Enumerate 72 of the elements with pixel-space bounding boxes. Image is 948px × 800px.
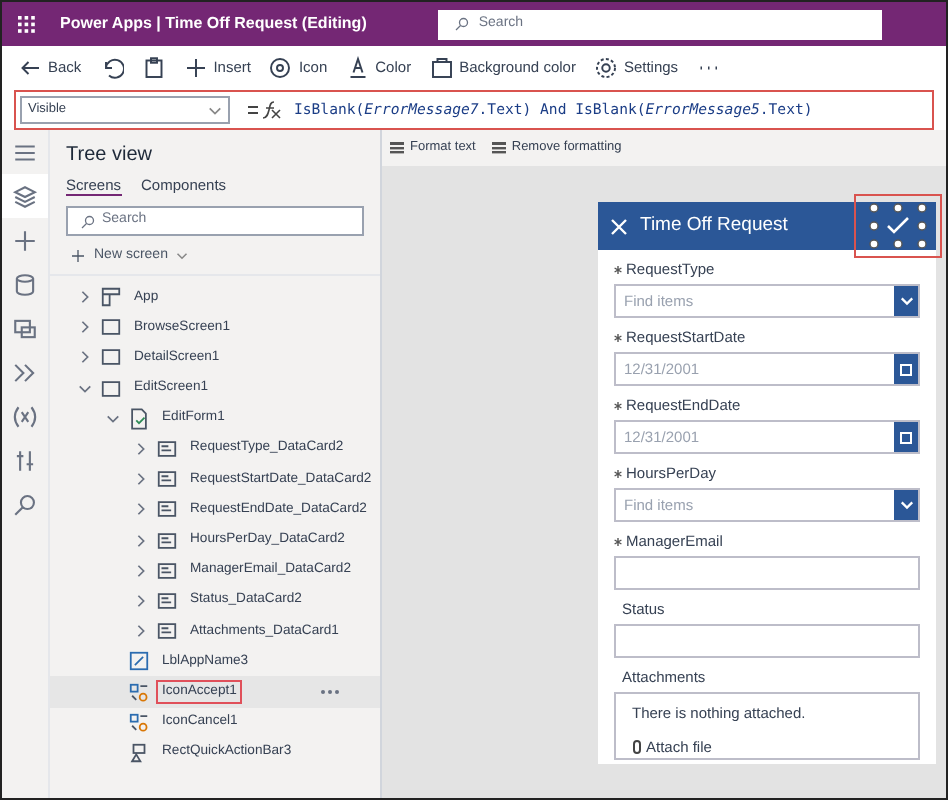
calendar-icon[interactable] (894, 422, 918, 452)
icon-item-icon (128, 711, 150, 734)
rail-button[interactable] (2, 174, 48, 218)
color-icon (345, 56, 370, 80)
card-item-icon (156, 529, 178, 552)
chevron-icon[interactable] (106, 411, 120, 426)
rectangle-item-icon (128, 741, 150, 764)
toolbar-button[interactable] (99, 56, 124, 80)
chevron-icon[interactable] (134, 442, 148, 457)
chevron-icon[interactable] (78, 320, 92, 335)
format-icon (390, 142, 404, 154)
card-item-icon (156, 498, 178, 521)
undo-icon (99, 56, 124, 80)
panel-title: Tree view (64, 142, 154, 170)
screen-item-icon (100, 377, 122, 400)
variables-icon[interactable] (12, 403, 38, 429)
icon-item-icon (128, 681, 150, 704)
label-item-icon (128, 650, 150, 673)
plus-icon[interactable] (12, 227, 38, 253)
required-star-icon (614, 333, 622, 341)
chevron-icon[interactable] (134, 533, 148, 548)
menu-icon[interactable] (12, 139, 38, 165)
tools-icon[interactable] (12, 447, 38, 473)
more-icon[interactable] (320, 688, 340, 697)
search-icon[interactable] (12, 491, 38, 517)
app-item-icon (100, 286, 122, 309)
app-launcher-icon[interactable] (18, 15, 36, 33)
chevron-icon[interactable] (134, 563, 148, 578)
card-item-icon (156, 468, 178, 491)
database-icon[interactable] (12, 271, 38, 297)
required-star-icon (614, 401, 622, 409)
search-icon (80, 213, 96, 229)
toolbar-button[interactable] (141, 56, 166, 80)
format-icon (491, 142, 506, 154)
back-icon (18, 56, 42, 80)
calendar-icon[interactable] (894, 354, 918, 384)
required-star-icon (614, 537, 622, 545)
close-icon[interactable] (610, 217, 628, 235)
chevron-icon[interactable] (134, 502, 148, 517)
equals-fx-icon (246, 100, 286, 120)
media-icon[interactable] (12, 315, 38, 341)
caret-icon (175, 252, 188, 260)
chevron-icon[interactable] (134, 472, 148, 487)
chevron-icon[interactable] (134, 593, 148, 608)
insert-icon (183, 56, 208, 80)
double-chevron-icon[interactable] (12, 359, 38, 385)
screen-item-icon (100, 346, 122, 369)
form-title: Time Off Request (640, 211, 788, 240)
input-field[interactable] (614, 556, 920, 590)
layers-icon[interactable] (12, 183, 38, 209)
plus-icon (70, 248, 86, 264)
settings-icon (593, 56, 618, 80)
paste-icon (141, 56, 166, 80)
chevron-icon[interactable] (78, 290, 92, 305)
card-item-icon (156, 438, 178, 461)
chevron-icon[interactable] (78, 350, 92, 365)
card-item-icon (156, 559, 178, 582)
form-item-icon (128, 407, 150, 430)
input-field[interactable] (614, 624, 920, 658)
card-item-icon (156, 620, 178, 643)
accept-icon[interactable] (854, 194, 942, 258)
dropdown-chevron-icon[interactable] (894, 286, 918, 316)
card-item-icon (156, 589, 178, 612)
screen-item-icon (100, 316, 122, 339)
chevron-icon[interactable] (78, 381, 92, 396)
search-icon (454, 16, 471, 32)
dropdown-chevron-icon[interactable] (894, 490, 918, 520)
caret-icon (208, 105, 222, 115)
app-title: Power Apps | Time Off Request (Editing) (60, 12, 367, 36)
required-star-icon (614, 265, 622, 273)
required-star-icon (614, 469, 622, 477)
chevron-icon[interactable] (134, 624, 148, 639)
